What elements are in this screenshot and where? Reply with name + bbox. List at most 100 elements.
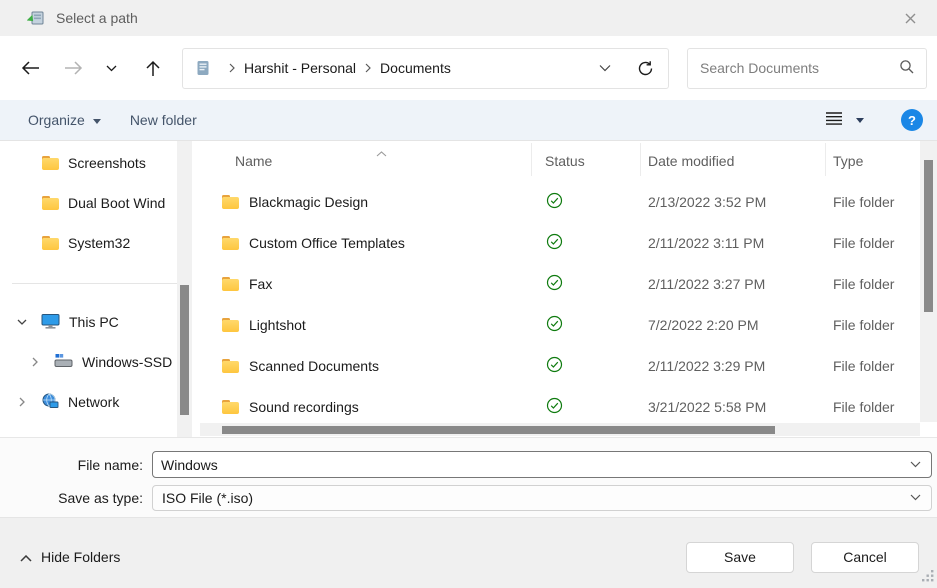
sidebar-item-dual-boot[interactable]: Dual Boot Wind (0, 183, 200, 223)
file-type: File folder (826, 194, 920, 210)
date-modified: 7/2/2022 2:20 PM (641, 317, 826, 333)
folder-icon (222, 195, 239, 209)
file-name-dropdown-icon[interactable] (900, 461, 931, 468)
folder-icon (42, 236, 59, 250)
chevron-down-icon (856, 118, 864, 123)
folder-icon (222, 236, 239, 250)
drive-icon (54, 353, 73, 371)
file-row[interactable]: Lightshot 7/2/2022 2:20 PM File folder (200, 304, 937, 345)
this-pc-icon (41, 313, 60, 332)
file-name: Lightshot (249, 317, 306, 333)
sidebar-divider (12, 283, 178, 284)
sidebar-item-network[interactable]: Network (0, 382, 200, 422)
column-header-status[interactable]: Status (532, 143, 641, 176)
sync-status-icon (546, 356, 563, 376)
search-icon[interactable] (899, 59, 914, 77)
title-bar: Select a path (0, 0, 937, 36)
list-vertical-scrollbar-thumb[interactable] (924, 160, 933, 312)
navigation-bar: Harshit - Personal Documents (0, 36, 937, 100)
sync-status-icon (546, 315, 563, 335)
sidebar-item-windows-ssd[interactable]: Windows-SSD (0, 342, 200, 382)
address-dropdown-icon[interactable] (595, 64, 615, 72)
file-name: Custom Office Templates (249, 235, 405, 251)
list-view-icon (825, 111, 843, 129)
refresh-icon[interactable] (637, 60, 654, 77)
search-input[interactable] (700, 60, 899, 76)
date-modified: 2/13/2022 3:52 PM (641, 194, 826, 210)
date-modified: 2/11/2022 3:11 PM (641, 235, 826, 251)
column-header-date-modified[interactable]: Date modified (641, 143, 826, 176)
folder-icon (222, 277, 239, 291)
recent-locations-button[interactable] (102, 56, 120, 80)
list-horizontal-scrollbar[interactable] (200, 423, 920, 436)
file-type: File folder (826, 276, 920, 292)
chevron-down-icon (93, 119, 101, 124)
file-name: Scanned Documents (249, 358, 379, 374)
chevron-collapsed-icon[interactable] (16, 397, 28, 407)
up-button[interactable] (141, 56, 165, 80)
sidebar-item-label: Windows-SSD (82, 354, 172, 370)
date-modified: 2/11/2022 3:27 PM (641, 276, 826, 292)
chevron-collapsed-icon[interactable] (29, 357, 41, 367)
documents-folder-icon (195, 60, 211, 76)
sync-status-icon (546, 274, 563, 294)
sidebar-item-label: System32 (68, 235, 130, 251)
column-header-type[interactable]: Type (826, 143, 920, 176)
breadcrumb-item-root[interactable]: Harshit - Personal (244, 60, 356, 76)
file-name: Fax (249, 276, 272, 292)
sidebar-item-label: Dual Boot Wind (68, 195, 165, 211)
search-box[interactable] (687, 48, 927, 89)
sidebar-item-system32[interactable]: System32 (0, 223, 200, 263)
file-row[interactable]: Scanned Documents 2/11/2022 3:29 PM File… (200, 345, 937, 386)
save-as-type-dropdown-icon[interactable] (900, 494, 931, 501)
save-as-type-label: Save as type: (0, 490, 152, 506)
help-button[interactable]: ? (901, 109, 923, 131)
file-name: Sound recordings (249, 399, 359, 415)
sort-ascending-icon (376, 144, 387, 160)
sidebar-item-label: This PC (69, 314, 119, 330)
date-modified: 2/11/2022 3:29 PM (641, 358, 826, 374)
folder-icon (42, 196, 59, 210)
address-bar[interactable]: Harshit - Personal Documents (182, 48, 669, 89)
sidebar-item-label: Screenshots (68, 155, 146, 171)
save-button[interactable]: Save (686, 542, 794, 573)
organize-button[interactable]: Organize (28, 112, 101, 128)
file-type: File folder (826, 358, 920, 374)
file-row[interactable]: Blackmagic Design 2/13/2022 3:52 PM File… (200, 181, 937, 222)
column-headers: Name Status Date modified Type (200, 143, 937, 176)
chevron-up-icon (20, 549, 32, 565)
sidebar-scrollbar[interactable] (177, 141, 192, 437)
forward-button[interactable] (61, 56, 85, 80)
organize-label: Organize (28, 112, 85, 128)
list-horizontal-scrollbar-thumb[interactable] (222, 426, 775, 434)
file-name-input[interactable] (153, 457, 900, 473)
new-folder-button[interactable]: New folder (130, 112, 197, 128)
save-as-type-value: ISO File (*.iso) (153, 490, 900, 506)
save-as-type-select[interactable]: ISO File (*.iso) (152, 485, 932, 511)
folder-icon (222, 400, 239, 414)
save-as-dialog: Select a path (0, 0, 937, 588)
resize-grip[interactable] (921, 569, 934, 585)
dialog-footer: Hide Folders Save Cancel (0, 517, 937, 588)
chevron-expanded-icon[interactable] (16, 319, 28, 325)
list-vertical-scrollbar[interactable] (920, 141, 937, 422)
hide-folders-button[interactable]: Hide Folders (20, 549, 120, 565)
folder-icon (222, 359, 239, 373)
sidebar-item-this-pc[interactable]: This PC (0, 302, 200, 342)
file-name: Blackmagic Design (249, 194, 368, 210)
dialog-toolbar: Organize New folder ? (0, 100, 937, 141)
close-icon[interactable] (899, 7, 921, 29)
folder-icon (222, 318, 239, 332)
back-button[interactable] (18, 56, 42, 80)
file-row[interactable]: Custom Office Templates 2/11/2022 3:11 P… (200, 222, 937, 263)
sidebar-item-screenshots[interactable]: Screenshots (0, 143, 200, 183)
view-mode-button[interactable] (825, 111, 864, 129)
file-name-box (152, 451, 932, 478)
breadcrumb-chevron-icon (229, 63, 235, 73)
sidebar-scrollbar-thumb[interactable] (180, 285, 189, 415)
column-header-name[interactable]: Name (200, 143, 532, 176)
cancel-button[interactable]: Cancel (811, 542, 919, 573)
breadcrumb-item-current[interactable]: Documents (380, 60, 451, 76)
file-row[interactable]: Sound recordings 3/21/2022 5:58 PM File … (200, 386, 937, 427)
file-row[interactable]: Fax 2/11/2022 3:27 PM File folder (200, 263, 937, 304)
